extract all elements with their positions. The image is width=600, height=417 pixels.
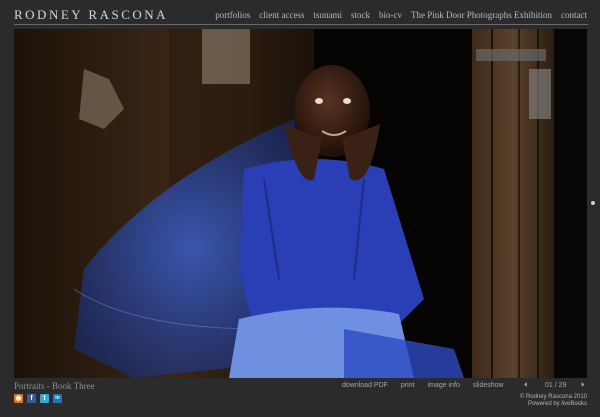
prev-arrow-icon[interactable]: ⏴ — [524, 382, 528, 390]
nav-stock[interactable]: stock — [351, 10, 370, 20]
header-divider — [14, 24, 588, 25]
rss-icon[interactable]: ◉ — [14, 394, 23, 403]
next-arrow-icon[interactable]: ⏵ — [581, 382, 585, 390]
site-title[interactable]: RODNEY RASCONA — [14, 7, 168, 23]
next-image-arrow[interactable] — [591, 201, 595, 205]
copyright: © Rodney Rascona 2010 Powered by liveBoo… — [520, 394, 587, 408]
linkedin-icon[interactable]: in — [53, 394, 62, 403]
image-info-link[interactable]: image info — [428, 382, 460, 389]
nav-contact[interactable]: contact — [561, 10, 587, 20]
image-counter: 01 / 29 — [545, 382, 567, 389]
powered-by-link[interactable]: Powered by liveBooks — [520, 401, 587, 408]
nav-bio-cv[interactable]: bio-cv — [379, 10, 402, 20]
image-toolbar: download PDF print image info slideshow — [342, 382, 504, 389]
twitter-icon[interactable]: t — [40, 394, 49, 403]
nav-tsunami[interactable]: tsunami — [314, 10, 343, 20]
slideshow-link[interactable]: slideshow — [473, 382, 504, 389]
nav-client-access[interactable]: client access — [259, 10, 304, 20]
social-links: ◉ f t in — [14, 394, 62, 403]
nav-pink-door-exhibition[interactable]: The Pink Door Photographs Exhibition — [411, 10, 552, 20]
nav-portfolios[interactable]: portfolios — [215, 10, 250, 20]
copyright-text: © Rodney Rascona 2010 — [519, 394, 587, 400]
image-pager: ⏴ 01 / 29 ⏵ — [524, 381, 588, 391]
main-nav: portfolios client access tsunami stock b… — [215, 10, 587, 20]
facebook-icon[interactable]: f — [27, 394, 36, 403]
main-photo[interactable] — [14, 29, 587, 378]
gallery-caption: Portraits - Book Three — [14, 381, 95, 391]
print-link[interactable]: print — [401, 382, 415, 389]
download-pdf-link[interactable]: download PDF — [342, 382, 388, 389]
